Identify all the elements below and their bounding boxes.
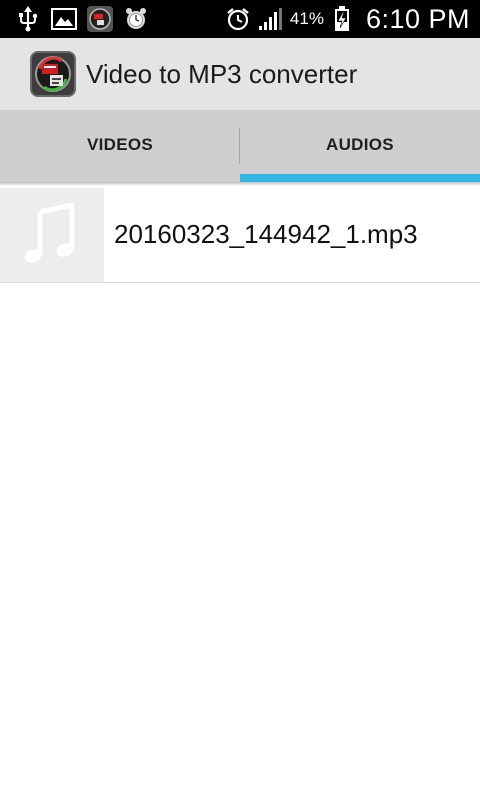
app-title: Video to MP3 converter (86, 58, 358, 89)
audio-file-name: 20160323_144942_1.mp3 (114, 218, 418, 249)
usb-icon (14, 5, 42, 33)
app-logo-icon[interactable] (30, 51, 76, 97)
tab-videos-label: VIDEOS (86, 135, 154, 154)
tab-videos[interactable]: VIDEOS (0, 110, 240, 182)
clock: 6:10 PM (365, 3, 470, 34)
system-indicators: 41% 6:10 PM (224, 0, 470, 38)
alarm-icon (224, 5, 252, 33)
notification-icons (14, 4, 150, 34)
status-bar: 41% 6:10 PM (0, 0, 480, 38)
battery-percent: 41% (289, 9, 324, 28)
action-bar: Video to MP3 converter (0, 38, 480, 110)
tab-audios[interactable]: AUDIOS (240, 110, 480, 182)
audio-list: 20160323_144942_1.mp3 (0, 186, 480, 283)
audio-thumbnail (0, 188, 104, 282)
signal-icon (256, 5, 284, 33)
music-note-icon (24, 202, 80, 269)
tab-bar: VIDEOS AUDIOS (0, 110, 480, 182)
selected-tab-indicator (240, 174, 480, 182)
battery-charging-icon (328, 5, 356, 33)
list-item[interactable]: 20160323_144942_1.mp3 (0, 186, 480, 283)
tab-audios-label: AUDIOS (326, 135, 394, 154)
alarm-clock-notification-icon (122, 5, 150, 33)
app-notification-icon (86, 5, 114, 33)
image-icon (50, 5, 78, 33)
